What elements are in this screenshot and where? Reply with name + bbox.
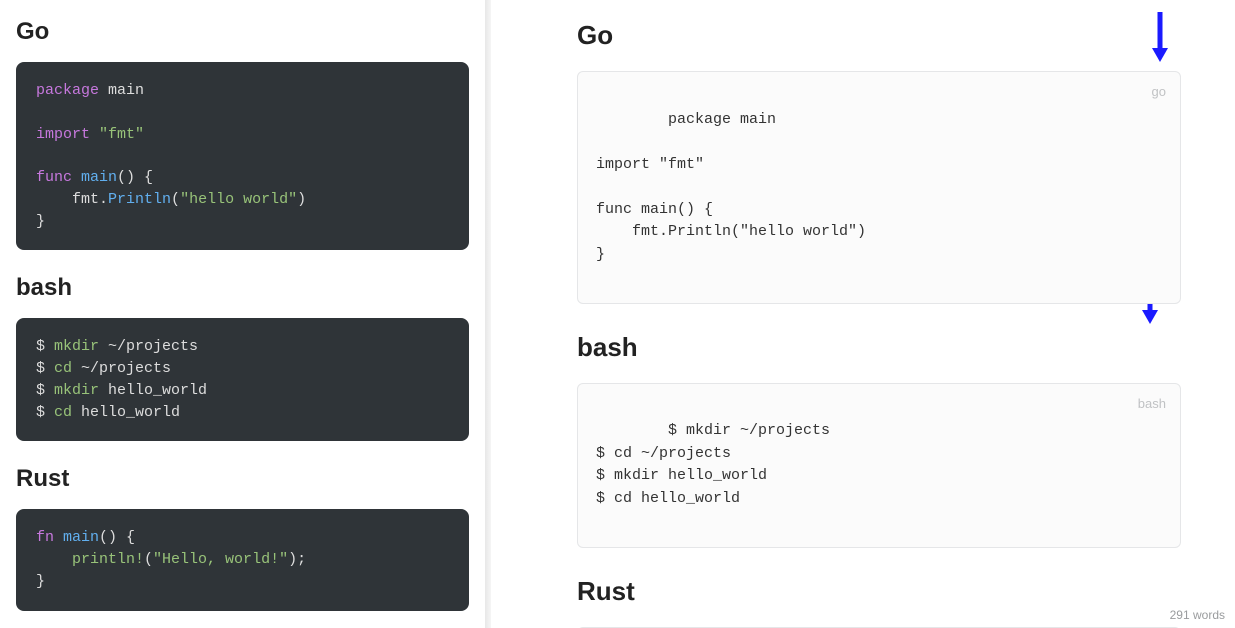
preview-heading-rust: Rust bbox=[577, 576, 1181, 607]
editor-container: Go package main import "fmt" func main()… bbox=[0, 0, 1235, 628]
section-go: Go package main import "fmt" func main()… bbox=[16, 18, 469, 250]
heading-go: Go bbox=[16, 18, 469, 46]
section-bash: bash $ mkdir ~/projects $ cd ~/projects … bbox=[16, 274, 469, 441]
code-block-rust[interactable]: fn main() { println!("Hello, world!"); } bbox=[16, 509, 469, 610]
lang-tag-bash: bash bbox=[1138, 394, 1166, 414]
code-text: $ mkdir ~/projects $ cd ~/projects $ mkd… bbox=[596, 422, 830, 507]
preview-section-bash: bash bash $ mkdir ~/projects $ cd ~/proje… bbox=[577, 332, 1181, 548]
preview-code-bash[interactable]: bash $ mkdir ~/projects $ cd ~/projects $… bbox=[577, 383, 1181, 548]
preview-section-go: Go go package main import "fmt" func main… bbox=[577, 20, 1181, 304]
lang-tag-go: go bbox=[1152, 82, 1166, 102]
heading-rust: Rust bbox=[16, 465, 469, 493]
code-block-go[interactable]: package main import "fmt" func main() { … bbox=[16, 62, 469, 250]
word-count-status: 291 words bbox=[1170, 608, 1225, 622]
left-pane: Go package main import "fmt" func main()… bbox=[0, 0, 485, 628]
preview-heading-bash: bash bbox=[577, 332, 1181, 363]
section-rust: Rust fn main() { println!("Hello, world!… bbox=[16, 465, 469, 610]
heading-bash: bash bbox=[16, 274, 469, 302]
arrow-down-icon bbox=[1149, 10, 1171, 64]
code-block-bash[interactable]: $ mkdir ~/projects $ cd ~/projects $ mkd… bbox=[16, 318, 469, 441]
right-pane: Go go package main import "fmt" func main… bbox=[491, 0, 1235, 628]
preview-heading-go: Go bbox=[577, 20, 1181, 51]
preview-section-rust: Rust rustfn main() { println!("Hello, wo… bbox=[577, 576, 1181, 628]
code-text: package main import "fmt" func main() { … bbox=[596, 111, 866, 263]
preview-code-go[interactable]: go package main import "fmt" func main() … bbox=[577, 71, 1181, 304]
